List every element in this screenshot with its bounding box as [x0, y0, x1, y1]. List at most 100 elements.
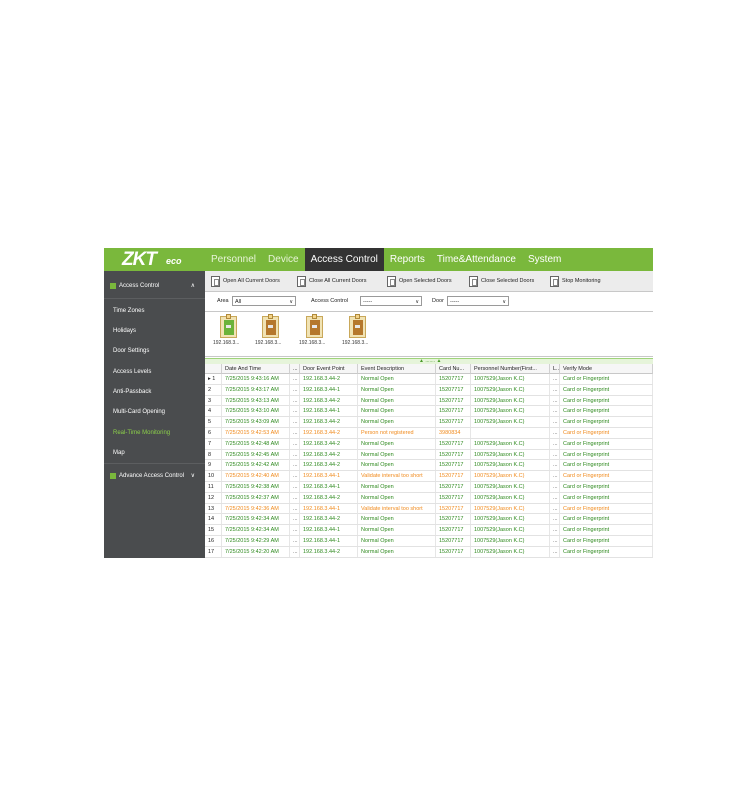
cell-personnel-number: 1007529(Jason K.C): [471, 406, 550, 417]
door-item[interactable]: 192.168.3...: [255, 314, 285, 352]
access-control-icon: [110, 283, 116, 289]
table-row[interactable]: 16 7/25/2015 9:42:29 AM... 192.168.3.44-1 N…: [205, 536, 653, 547]
nav-reports[interactable]: Reports: [384, 248, 431, 271]
top-bar: ZKT eco Personnel Device Access Control …: [104, 248, 653, 271]
access-control-select[interactable]: ----- ∨: [360, 296, 422, 306]
open-all-doors-button[interactable]: Open All Current Doors: [211, 274, 280, 288]
cell-collapsed: ...: [550, 460, 560, 471]
table-row[interactable]: 4 7/25/2015 9:43:10 AM... 192.168.3.44-1 No…: [205, 406, 653, 418]
sidebar-item-real-time-monitoring[interactable]: Real-Time Monitoring: [113, 430, 170, 436]
cell-card-number: 15207717: [436, 384, 471, 395]
row-number: 2: [205, 384, 222, 395]
door-value: -----: [450, 299, 460, 305]
door-item[interactable]: 192.168.3...: [213, 314, 243, 352]
table-row[interactable]: 2 7/25/2015 9:43:17 AM... 192.168.3.44-1 No…: [205, 384, 653, 396]
table-row[interactable]: 5 7/25/2015 9:43:09 AM... 192.168.3.44-2 No…: [205, 417, 653, 428]
table-row[interactable]: 9 7/25/2015 9:42:42 AM... 192.168.3.44-2 No…: [205, 460, 653, 472]
column-header-collapsed[interactable]: ...: [290, 364, 300, 374]
nav-personnel[interactable]: Personnel: [205, 248, 262, 271]
sidebar-item-map[interactable]: Map: [113, 450, 125, 456]
cell-collapsed: ...: [290, 417, 300, 428]
cell-collapsed: ...: [290, 374, 300, 384]
sidebar-item-anti-passback[interactable]: Anti-Passback: [113, 389, 151, 395]
cell-card-number: 15207717: [436, 449, 471, 460]
cell-personnel-number: 1007529(Jason K.C): [471, 525, 550, 536]
cell-card-number: 15207717: [436, 482, 471, 492]
table-row[interactable]: 14 7/25/2015 9:42:34 AM... 192.168.3.44-2 N…: [205, 514, 653, 526]
door-item[interactable]: 192.168.3...: [342, 314, 372, 352]
cell-personnel-number: 1007529(Jason K.C): [471, 384, 550, 395]
column-header-date-time[interactable]: Date And Time: [222, 364, 290, 374]
row-number: 17: [205, 546, 222, 557]
cell-collapsed: ...: [550, 514, 560, 525]
sidebar-item-holidays[interactable]: Holidays: [113, 328, 136, 334]
cell-verify-mode: Card or Fingerprint: [560, 395, 653, 406]
cell-collapsed: ...: [290, 546, 300, 557]
close-selected-doors-button[interactable]: Close Selected Doors: [469, 274, 534, 288]
close-all-doors-button[interactable]: Close All Current Doors: [297, 274, 366, 288]
cell-event-description: Normal Open: [358, 460, 436, 471]
cell-personnel-number: 1007529(Jason K.C): [471, 395, 550, 406]
cell-date-time: 7/25/2015 9:42:53 AM: [222, 428, 290, 438]
cell-personnel-number: 1007529(Jason K.C): [471, 449, 550, 460]
stop-monitoring-button[interactable]: Stop Monitoring: [550, 274, 601, 288]
sidebar-item-time-zones[interactable]: Time Zones: [113, 308, 144, 314]
nav-access-control[interactable]: Access Control: [304, 248, 384, 271]
column-header-verify-mode[interactable]: Verify Mode: [560, 364, 653, 374]
cell-personnel-number: 1007529(Jason K.C): [471, 460, 550, 471]
column-header-event-description[interactable]: Event Description: [358, 364, 436, 374]
sidebar-item-access-levels[interactable]: Access Levels: [113, 369, 151, 375]
row-number: 3: [205, 395, 222, 406]
table-row[interactable]: 11 7/25/2015 9:42:38 AM... 192.168.3.44-1 N…: [205, 482, 653, 493]
cell-date-time: 7/25/2015 9:42:40 AM: [222, 471, 290, 482]
table-row[interactable]: 6 7/25/2015 9:42:53 AM... 192.168.3.44-2 Pe…: [205, 428, 653, 439]
zkteco-logo: ZKT eco: [104, 248, 205, 271]
nav-time-attendance[interactable]: Time&Attendance: [431, 248, 522, 271]
table-row[interactable]: 13 7/25/2015 9:42:36 AM... 192.168.3.44-1 V…: [205, 503, 653, 515]
sidebar-section-access-control[interactable]: Access Control ∧: [104, 275, 205, 297]
cell-door-event-point: 192.168.3.44-1: [300, 471, 358, 482]
row-number: 10: [205, 471, 222, 482]
sidebar-section-advance-access-control[interactable]: Advance Access Control ∨: [104, 465, 205, 487]
table-row[interactable]: 3 7/25/2015 9:43:13 AM... 192.168.3.44-2 No…: [205, 395, 653, 407]
column-header-personnel-number[interactable]: Personnel Number(First...: [471, 364, 550, 374]
nav-device[interactable]: Device: [262, 248, 305, 271]
chevron-down-icon: ∨: [289, 299, 293, 305]
door-item[interactable]: 192.168.3...: [299, 314, 329, 352]
cell-card-number: 15207717: [436, 406, 471, 417]
cell-date-time: 7/25/2015 9:42:38 AM: [222, 482, 290, 492]
table-row[interactable]: ▸ 1 7/25/2015 9:43:16 AM... 192.168.3.44-2…: [205, 374, 653, 385]
column-header-collapsed[interactable]: L...: [550, 364, 560, 374]
table-row[interactable]: 7 7/25/2015 9:42:48 AM... 192.168.3.44-2 No…: [205, 438, 653, 450]
sidebar-item-multi-card-opening[interactable]: Multi-Card Opening: [113, 409, 165, 415]
column-header-row-no[interactable]: [205, 364, 222, 374]
cell-card-number: 15207717: [436, 374, 471, 384]
cell-door-event-point: 192.168.3.44-2: [300, 514, 358, 525]
table-row[interactable]: 17 7/25/2015 9:42:20 AM... 192.168.3.44-2 N…: [205, 546, 653, 558]
area-select[interactable]: All ∨: [232, 296, 296, 306]
cell-event-description: Normal Open: [358, 514, 436, 525]
nav-system[interactable]: System: [522, 248, 567, 271]
filter-bar: Area All ∨ Access Control ----- ∨ Door -…: [205, 292, 653, 312]
table-row[interactable]: 10 7/25/2015 9:42:40 AM... 192.168.3.44-1 V…: [205, 471, 653, 482]
column-header-card-number[interactable]: Card Nu...: [436, 364, 471, 374]
cell-date-time: 7/25/2015 9:43:16 AM: [222, 374, 290, 384]
column-header-door-event-point[interactable]: Door Event Point: [300, 364, 358, 374]
cell-event-description: Normal Open: [358, 374, 436, 384]
open-selected-doors-button[interactable]: Open Selected Doors: [387, 274, 452, 288]
sidebar-section-label: Access Control: [119, 283, 160, 289]
row-number: 9: [205, 460, 222, 471]
sidebar-item-door-settings[interactable]: Door Settings: [113, 348, 149, 354]
door-label: 192.168.3...: [299, 340, 326, 346]
cell-event-description: Normal Open: [358, 536, 436, 546]
table-row[interactable]: 12 7/25/2015 9:42:37 AM... 192.168.3.44-2 N…: [205, 492, 653, 504]
cell-date-time: 7/25/2015 9:43:10 AM: [222, 406, 290, 417]
door-select[interactable]: ----- ∨: [447, 296, 509, 306]
access-control-value: -----: [363, 299, 373, 305]
cell-personnel-number: 1007529(Jason K.C): [471, 374, 550, 384]
cell-event-description: Validate interval too short: [358, 503, 436, 514]
cell-verify-mode: Card or Fingerprint: [560, 449, 653, 460]
table-row[interactable]: 15 7/25/2015 9:42:34 AM... 192.168.3.44-1 N…: [205, 525, 653, 536]
table-row[interactable]: 8 7/25/2015 9:42:45 AM... 192.168.3.44-2 No…: [205, 449, 653, 461]
cell-door-event-point: 192.168.3.44-2: [300, 428, 358, 438]
